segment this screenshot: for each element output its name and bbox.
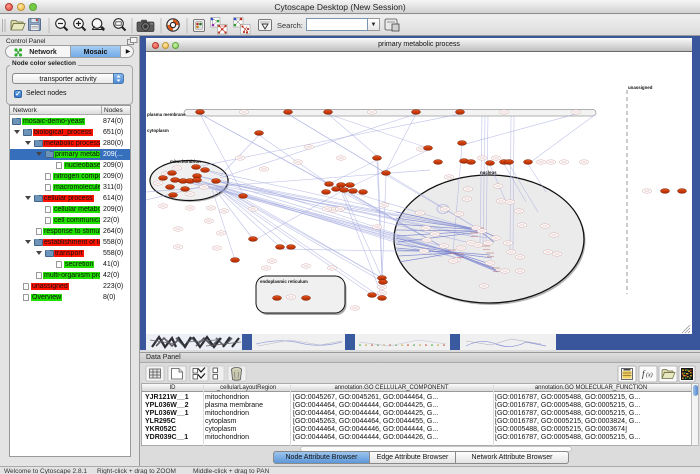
svg-text:nucleus: nucleus — [480, 170, 497, 175]
svg-text:(x): (x) — [646, 372, 653, 379]
svg-text:unassigned: unassigned — [628, 85, 653, 90]
svg-text:endoplasmic reticulum: endoplasmic reticulum — [260, 279, 308, 284]
svg-text:cytoplasm: cytoplasm — [147, 128, 169, 133]
svg-text:mitochondrion: mitochondrion — [170, 159, 201, 164]
svg-text:plasma membrane: plasma membrane — [147, 112, 186, 117]
